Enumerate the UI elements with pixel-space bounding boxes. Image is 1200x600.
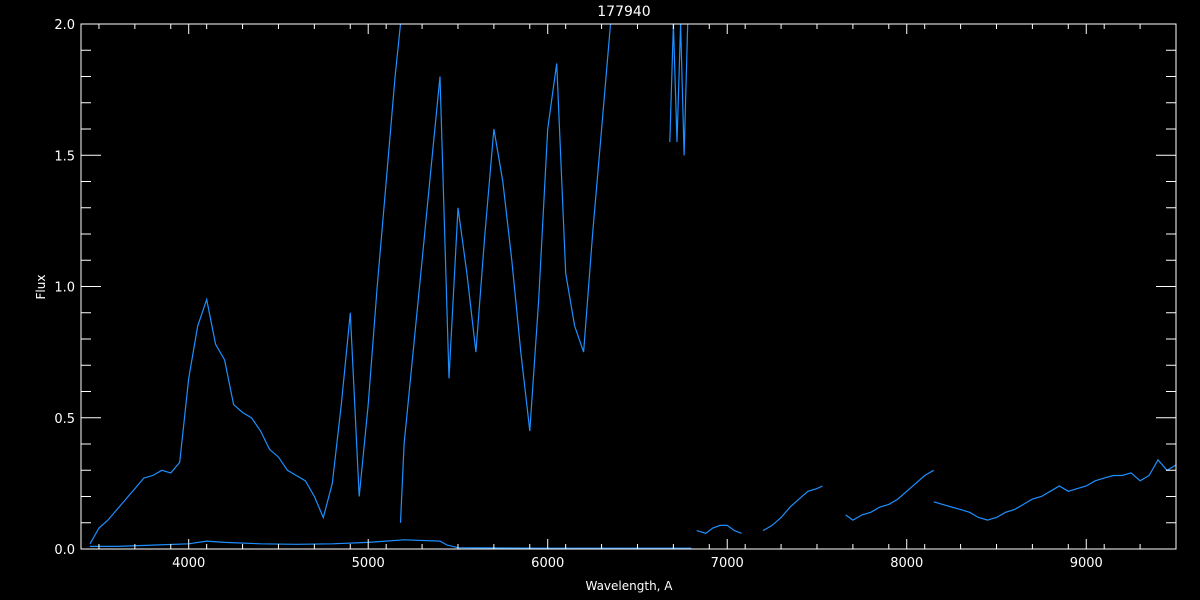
x-tick-label: 7000 [711,556,744,571]
chart-title: 177940 [597,4,650,20]
chart-background [0,0,1200,600]
x-axis-label: Wavelength, A [585,579,673,593]
y-tick-label: 2.0 [54,18,75,33]
x-tick-label: 4000 [172,556,205,571]
y-axis-label: Flux [34,275,48,300]
x-tick-label: 8000 [890,556,923,571]
x-tick-label: 5000 [352,556,385,571]
x-tick-label: 9000 [1070,556,1103,571]
y-tick-label: 0.0 [54,543,75,558]
x-tick-label: 6000 [531,556,564,571]
y-tick-label: 0.5 [54,412,75,427]
spectrum-chart: 177940 Wavelength, A Flux 4000 5000 6000 70… [0,0,1200,600]
y-tick-label: 1.0 [54,281,75,296]
y-tick-label: 1.5 [54,149,75,164]
